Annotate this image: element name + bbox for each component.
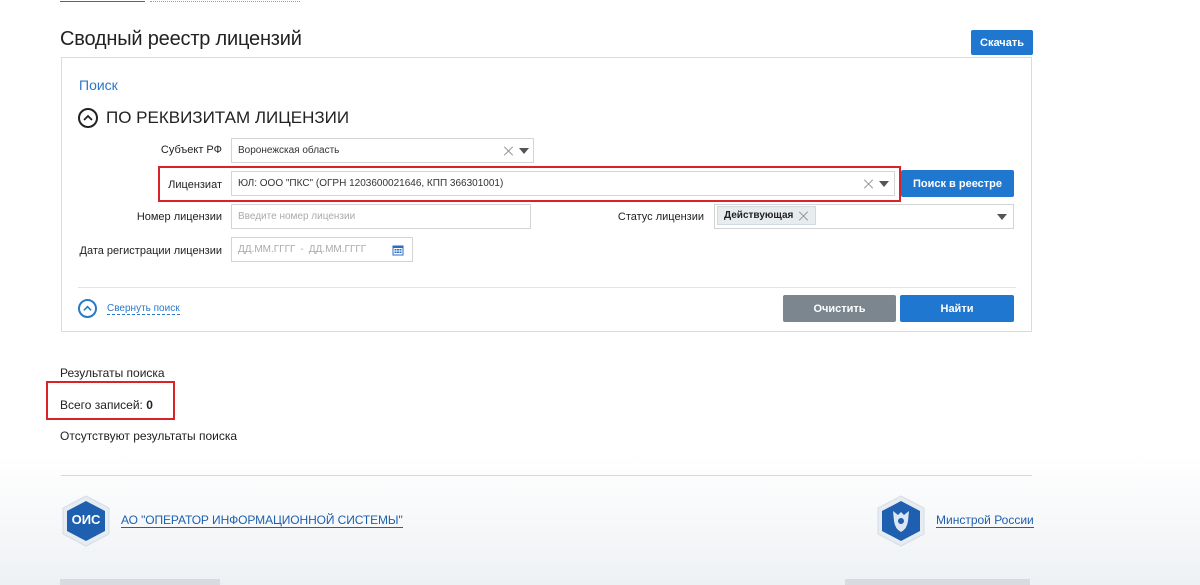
licensee-highlight-box <box>158 166 901 202</box>
license-number-label: Номер лицензии <box>136 211 222 223</box>
section-title: ПО РЕКВИЗИТАМ ЛИЦЕНЗИИ <box>106 108 350 127</box>
subject-value: Воронежская область <box>238 145 340 156</box>
clear-icon[interactable] <box>504 146 514 156</box>
results-title: Результаты поиска <box>60 366 165 380</box>
status-tag: Действующая <box>717 206 817 225</box>
calendar-icon[interactable] <box>392 244 404 259</box>
minstroy-link[interactable]: Минстрой России <box>936 513 1034 528</box>
footer-copyright-faint <box>60 579 220 585</box>
download-button[interactable]: Скачать <box>971 30 1033 55</box>
top-link[interactable] <box>60 0 145 2</box>
chevron-up-icon[interactable] <box>78 108 98 128</box>
footer-divider <box>61 475 1032 476</box>
dropdown-arrow-icon[interactable] <box>519 148 529 154</box>
footer-version-faint <box>845 579 1030 585</box>
reg-date-range-input[interactable]: ДД.ММ.ГГГГ - ДД.ММ.ГГГГ <box>231 237 413 262</box>
results-count-highlight-box <box>46 381 175 420</box>
section-header[interactable]: ПО РЕКВИЗИТАМ ЛИЦЕНЗИИ <box>78 108 349 128</box>
status-tag-label: Действующая <box>724 210 794 221</box>
collapse-search-link[interactable]: Свернуть поиск <box>107 303 180 315</box>
license-number-input[interactable]: Введите номер лицензии <box>231 204 531 229</box>
footer: ОИС АО "ОПЕРАТОР ИНФОРМАЦИОННОЙ СИСТЕМЫ"… <box>0 455 1200 585</box>
chevron-up-icon[interactable] <box>78 299 97 318</box>
date-to-placeholder: ДД.ММ.ГГГГ <box>308 244 367 255</box>
subject-label: Субъект РФ <box>160 144 222 156</box>
subject-select[interactable]: Воронежская область <box>231 138 534 163</box>
collapse-search[interactable]: Свернуть поиск <box>78 299 180 318</box>
results-empty-text: Отсутствуют результаты поиска <box>60 429 238 443</box>
license-status-label: Статус лицензии <box>617 211 704 223</box>
date-from-placeholder: ДД.ММ.ГГГГ <box>238 244 296 255</box>
search-panel-title: Поиск <box>79 77 118 93</box>
panel-divider <box>78 287 1016 288</box>
search-panel: Поиск ПО РЕКВИЗИТАМ ЛИЦЕНЗИИ Субъект РФ … <box>61 57 1032 332</box>
dropdown-arrow-icon[interactable] <box>997 214 1007 220</box>
clear-button[interactable]: Очистить <box>783 295 896 322</box>
ois-link[interactable]: АО "ОПЕРАТОР ИНФОРМАЦИОННОЙ СИСТЕМЫ" <box>121 513 403 528</box>
remove-tag-icon[interactable] <box>799 211 809 221</box>
page-title: Сводный реестр лицензий <box>60 28 302 50</box>
date-separator: - <box>300 244 304 255</box>
ois-logo-text: ОИС <box>71 512 101 527</box>
top-breadcrumb-rest <box>150 0 300 2</box>
find-button[interactable]: Найти <box>900 295 1014 322</box>
search-registry-button[interactable]: Поиск в реестре <box>901 170 1014 197</box>
minstroy-emblem-icon[interactable] <box>876 495 926 547</box>
ois-logo[interactable]: ОИС <box>61 495 111 547</box>
reg-date-label: Дата регистрации лицензии <box>79 245 223 257</box>
